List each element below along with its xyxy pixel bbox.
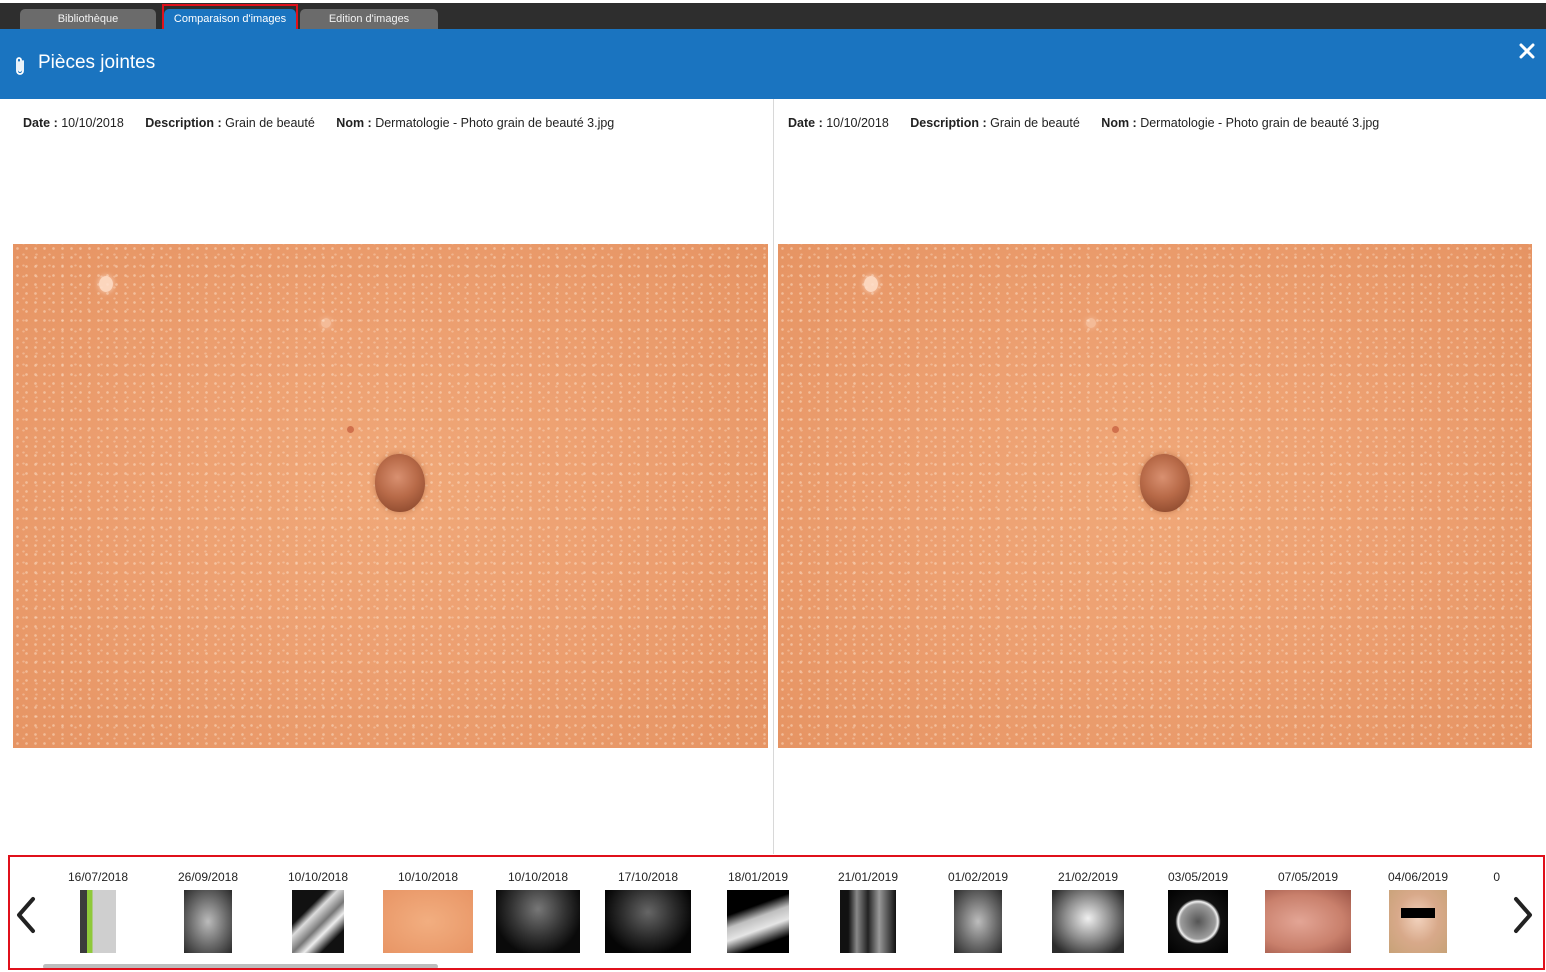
thumbnail-date: 10/10/2018 [397,870,459,884]
description-value: Grain de beauté [225,116,315,130]
thumbnail-item[interactable]: 16/07/2018 [43,857,153,957]
thumbnail-date: 03/05/2019 [1167,870,1229,884]
thumbnail-item[interactable]: 10/10/2018 [483,857,593,957]
thumbnail-item[interactable]: 21/01/2019 [813,857,923,957]
thumbnail-date: 0 [1493,870,1500,884]
name-value: Dermatologie - Photo grain de beauté 3.j… [375,116,615,130]
paperclip-icon [16,57,24,75]
panel-divider[interactable] [773,99,774,854]
thumbnail-date: 21/02/2019 [1057,870,1119,884]
chevron-right-icon[interactable] [1507,895,1537,935]
thumbnail-strip: 16/07/2018 26/09/2018 10/10/2018 10/10/2… [8,855,1545,970]
date-value: 10/10/2018 [61,116,124,130]
thumbnail-item[interactable]: 17/10/2018 [593,857,703,957]
thumbnail-image [1168,890,1228,953]
thumbnail-date: 26/09/2018 [177,870,239,884]
page-title: Pièces jointes [38,52,156,73]
name-value: Dermatologie - Photo grain de beauté 3.j… [1140,116,1380,130]
thumbnail-date: 17/10/2018 [617,870,679,884]
tab-image-comparison[interactable]: Comparaison d'images [164,9,296,29]
thumbnail-item[interactable]: 10/10/2018 [263,857,373,957]
chevron-left-icon[interactable] [12,895,42,935]
description-value: Grain de beauté [990,116,1080,130]
date-value: 10/10/2018 [826,116,889,130]
description-label: Description : [910,116,987,130]
thumbnail-item[interactable]: 10/10/2018 [373,857,483,957]
date-label: Date : [23,116,58,130]
thumbnail-item[interactable]: 18/01/2019 [703,857,813,957]
thumbnail-date: 07/05/2019 [1277,870,1339,884]
thumbnail-item[interactable]: 26/09/2018 [153,857,263,957]
right-image-info: Date : 10/10/2018 Description : Grain de… [788,116,1379,130]
thumbnail-image [605,890,691,953]
thumbnail-item[interactable]: 03/05/2019 [1143,857,1253,957]
tab-library[interactable]: Bibliothèque [20,9,156,29]
close-icon[interactable] [1514,38,1540,64]
date-label: Date : [788,116,823,130]
thumbnail-image [292,890,344,953]
thumbnail-scrollbar[interactable] [43,964,438,968]
thumbnail-date: 10/10/2018 [287,870,349,884]
thumbnail-date: 21/01/2019 [837,870,899,884]
left-compared-image[interactable] [13,244,768,748]
thumbnail-item[interactable]: 01/02/2019 [923,857,1033,957]
thumbnail-image [1389,890,1447,953]
thumbnail-image [840,890,896,953]
description-label: Description : [145,116,222,130]
thumbnail-image [1052,890,1124,953]
thumbnail-image [80,890,116,953]
thumbnail-item[interactable]: 07/05/2019 [1253,857,1363,957]
thumbnail-date: 01/02/2019 [947,870,1009,884]
thumbnail-item[interactable]: 21/02/2019 [1033,857,1143,957]
thumbnail-image [727,890,789,953]
thumbnail-date: 10/10/2018 [507,870,569,884]
thumbnail-image [1265,890,1351,953]
left-image-info: Date : 10/10/2018 Description : Grain de… [23,116,614,130]
thumbnail-image [496,890,580,953]
tab-bar: Bibliothèque Comparaison d'images Editio… [0,0,1546,34]
attachments-header: Pièces jointes [0,29,1546,99]
thumbnail-date: 18/01/2019 [727,870,789,884]
right-compared-image[interactable] [778,244,1532,748]
thumbnail-date: 16/07/2018 [67,870,129,884]
thumbnail-item-partial[interactable]: 0 [1442,857,1502,957]
thumbnail-image [954,890,1002,953]
thumbnail-image [383,890,473,953]
name-label: Nom : [1101,116,1137,130]
thumbnail-image [184,890,232,953]
tab-image-editing[interactable]: Edition d'images [300,9,438,29]
name-label: Nom : [336,116,372,130]
